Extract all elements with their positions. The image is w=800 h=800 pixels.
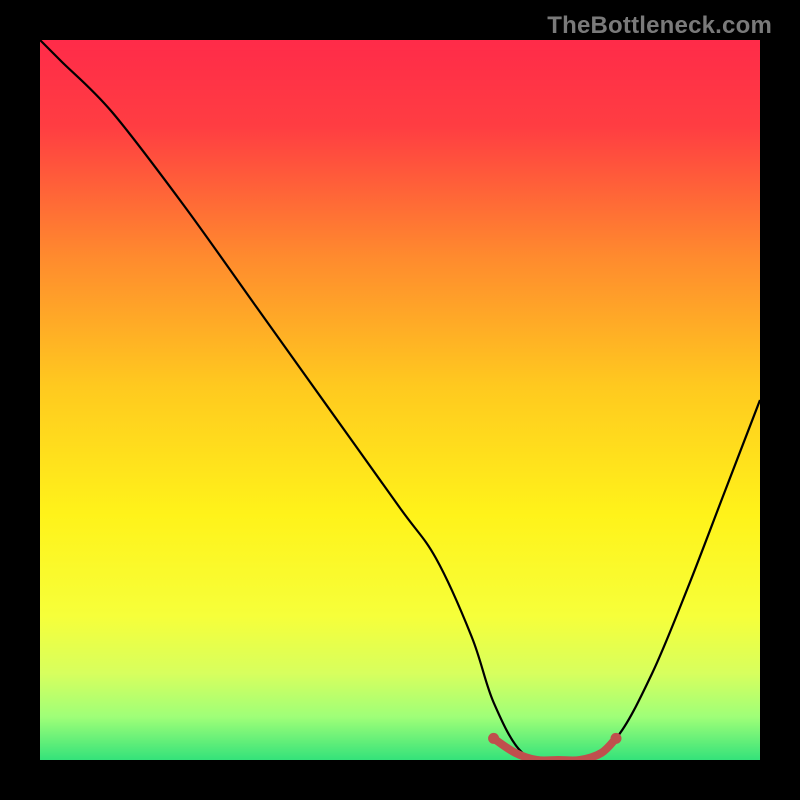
curve-layer [40,40,760,760]
watermark-label: TheBottleneck.com [547,12,772,40]
bottleneck-curve [40,40,760,760]
plot-area [40,40,760,760]
chart-frame: TheBottleneck.com [0,0,800,800]
